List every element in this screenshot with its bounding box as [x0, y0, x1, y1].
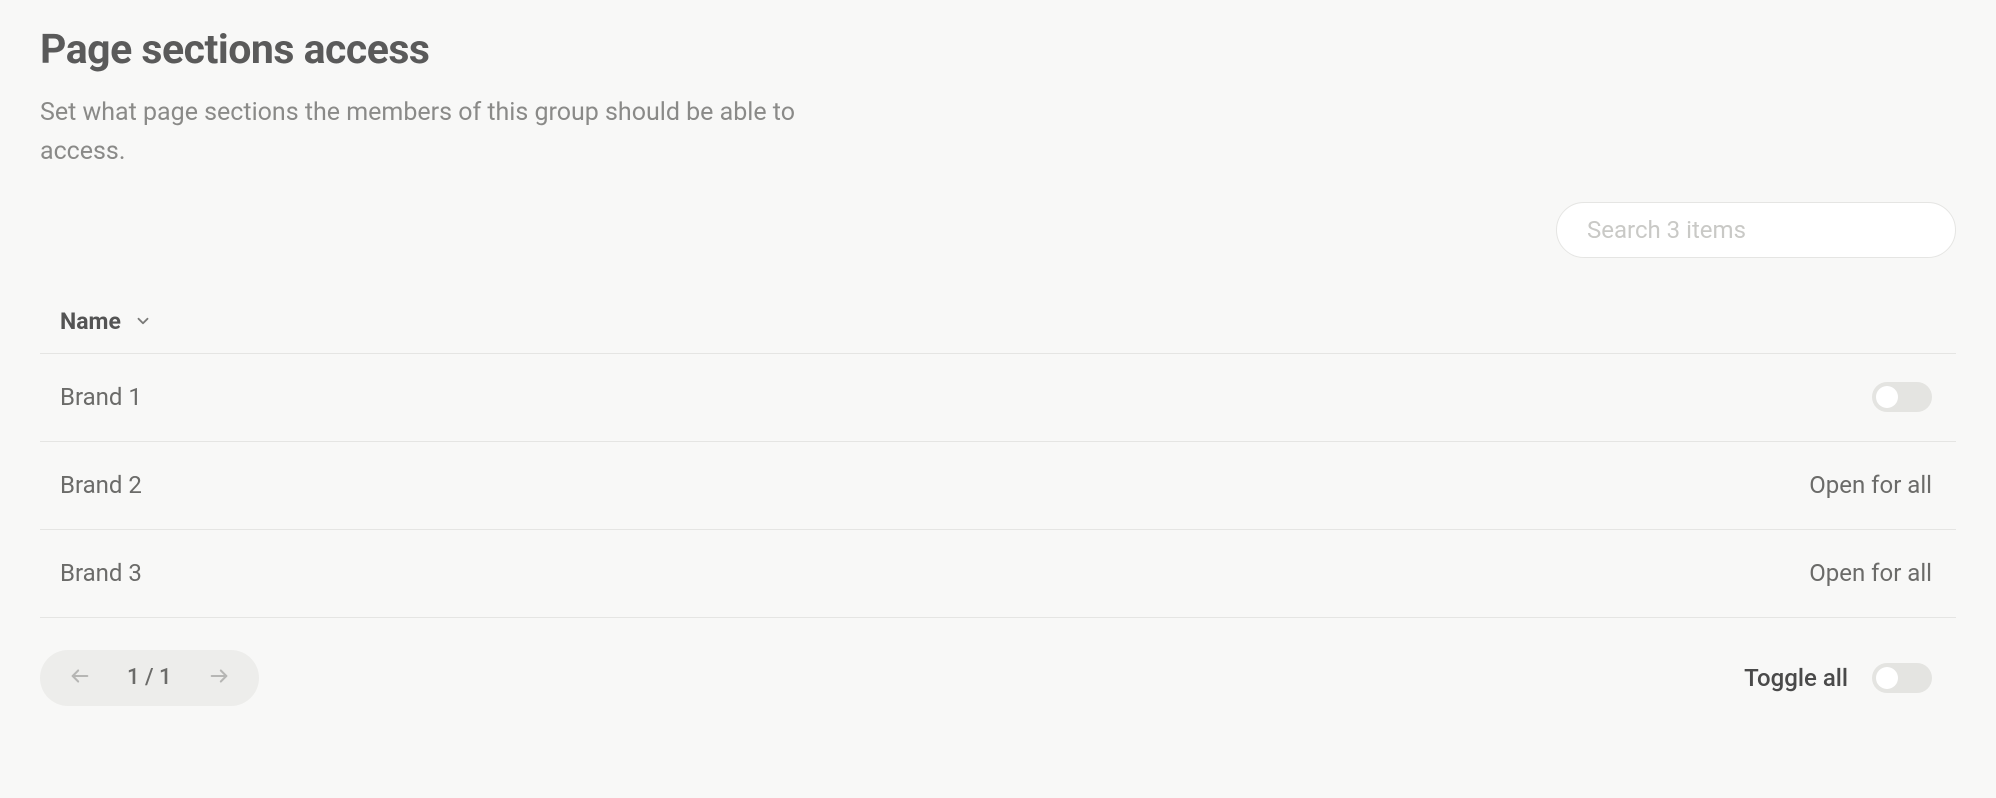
row-name: Brand 1	[60, 383, 142, 411]
row-name: Brand 2	[60, 471, 142, 499]
row-toggle[interactable]	[1872, 382, 1932, 412]
column-header-name[interactable]: Name	[60, 308, 153, 335]
table-row: Brand 2 Open for all	[40, 442, 1956, 530]
arrow-right-icon	[208, 665, 230, 691]
pagination: 1 / 1	[40, 650, 259, 706]
pagination-next-button[interactable]	[207, 666, 231, 690]
table-row: Brand 3 Open for all	[40, 530, 1956, 618]
page-description: Set what page sections the members of th…	[40, 94, 860, 172]
pagination-prev-button[interactable]	[68, 666, 92, 690]
table-row: Brand 1	[40, 354, 1956, 442]
row-status-text: Open for all	[1809, 471, 1932, 499]
search-input[interactable]	[1556, 202, 1956, 258]
pagination-text: 1 / 1	[127, 665, 172, 690]
page-title: Page sections access	[40, 26, 860, 74]
column-header-name-label: Name	[60, 308, 121, 335]
chevron-down-icon	[133, 311, 153, 331]
row-name: Brand 3	[60, 559, 142, 587]
toggle-all-switch[interactable]	[1872, 663, 1932, 693]
row-status-text: Open for all	[1809, 559, 1932, 587]
table-header: Name	[40, 298, 1956, 354]
toggle-all-label: Toggle all	[1744, 664, 1848, 692]
arrow-left-icon	[69, 665, 91, 691]
